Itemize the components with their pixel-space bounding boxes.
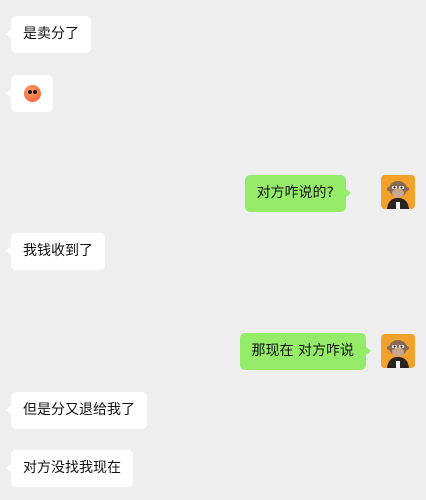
ape-avatar-icon [381, 175, 415, 209]
message-incoming[interactable]: 是卖分了 [6, 16, 91, 53]
message-bubble[interactable]: 对方咋说的? [244, 175, 352, 212]
emoji-eye-left [28, 90, 32, 94]
ape-avatar-icon [381, 334, 415, 368]
message-bubble[interactable]: 对方没找我现在 [6, 450, 133, 487]
emoji-bubble[interactable] [6, 75, 53, 112]
message-bubble[interactable]: 那现在 对方咋说 [239, 333, 372, 370]
message-incoming[interactable]: 对方没找我现在 [6, 450, 133, 487]
message-bubble[interactable]: 我钱收到了 [6, 233, 105, 270]
message-bubble[interactable]: 是卖分了 [6, 16, 91, 53]
chat-thread: 是卖分了 对方咋说的? 我钱收到了 那现在 对方咋说 但是分又退给我了 对方没找… [0, 0, 426, 500]
avatar[interactable] [381, 175, 415, 209]
message-outgoing[interactable]: 那现在 对方咋说 [239, 333, 372, 370]
message-bubble[interactable]: 但是分又退给我了 [6, 392, 147, 429]
emoji-eye-right [33, 90, 37, 94]
message-incoming[interactable]: 我钱收到了 [6, 233, 105, 270]
message-outgoing[interactable]: 对方咋说的? [244, 175, 352, 212]
orange-face-emoji-icon [24, 85, 41, 102]
message-incoming[interactable]: 但是分又退给我了 [6, 392, 147, 429]
avatar[interactable] [381, 334, 415, 368]
message-incoming-emoji[interactable] [6, 75, 53, 112]
